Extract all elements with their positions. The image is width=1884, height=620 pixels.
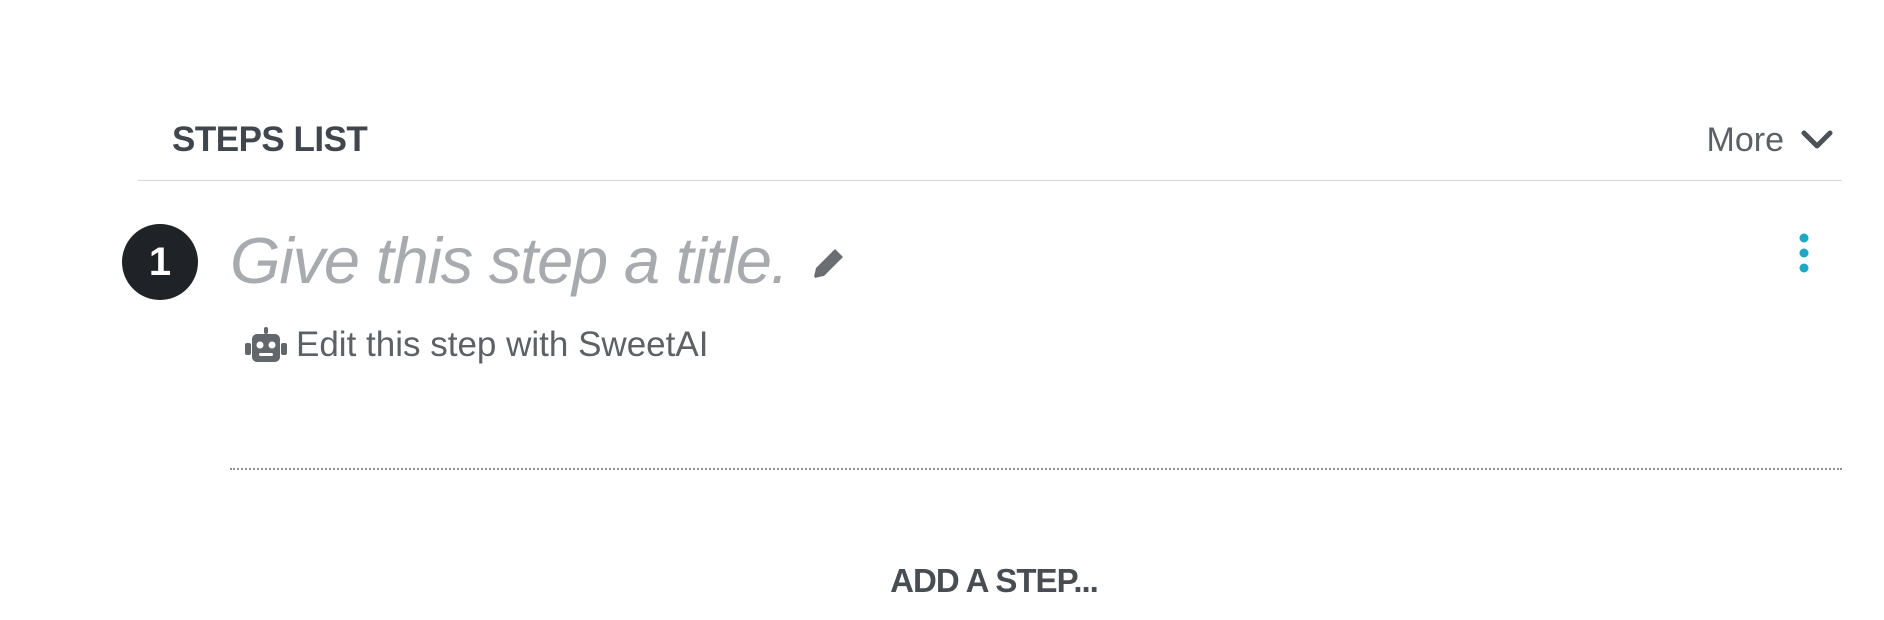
edit-with-sweetai-label: Edit this step with SweetAI xyxy=(296,325,709,364)
steps-list-page: STEPS LIST More 1 Give this step a title… xyxy=(0,0,1884,620)
robot-icon xyxy=(245,327,287,362)
more-label: More xyxy=(1706,120,1784,159)
vertical-ellipsis-icon[interactable] xyxy=(1794,232,1814,276)
step-title-placeholder[interactable]: Give this step a title. xyxy=(230,223,789,298)
pencil-icon[interactable] xyxy=(806,244,848,286)
chevron-down-icon xyxy=(1801,130,1833,149)
step-title-row[interactable]: Give this step a title. xyxy=(230,220,848,300)
step-number-badge: 1 xyxy=(122,224,198,300)
steps-list-header: STEPS LIST More xyxy=(138,100,1842,180)
add-step-container: ADD A STEP... xyxy=(0,562,1884,600)
add-step-button[interactable]: ADD A STEP... xyxy=(890,562,1099,599)
edit-with-sweetai-link[interactable]: Edit this step with SweetAI xyxy=(241,324,708,366)
steps-list-title: STEPS LIST xyxy=(172,120,368,159)
header-divider xyxy=(138,180,1842,181)
more-button[interactable]: More xyxy=(1707,121,1834,160)
step-divider xyxy=(230,468,1842,470)
